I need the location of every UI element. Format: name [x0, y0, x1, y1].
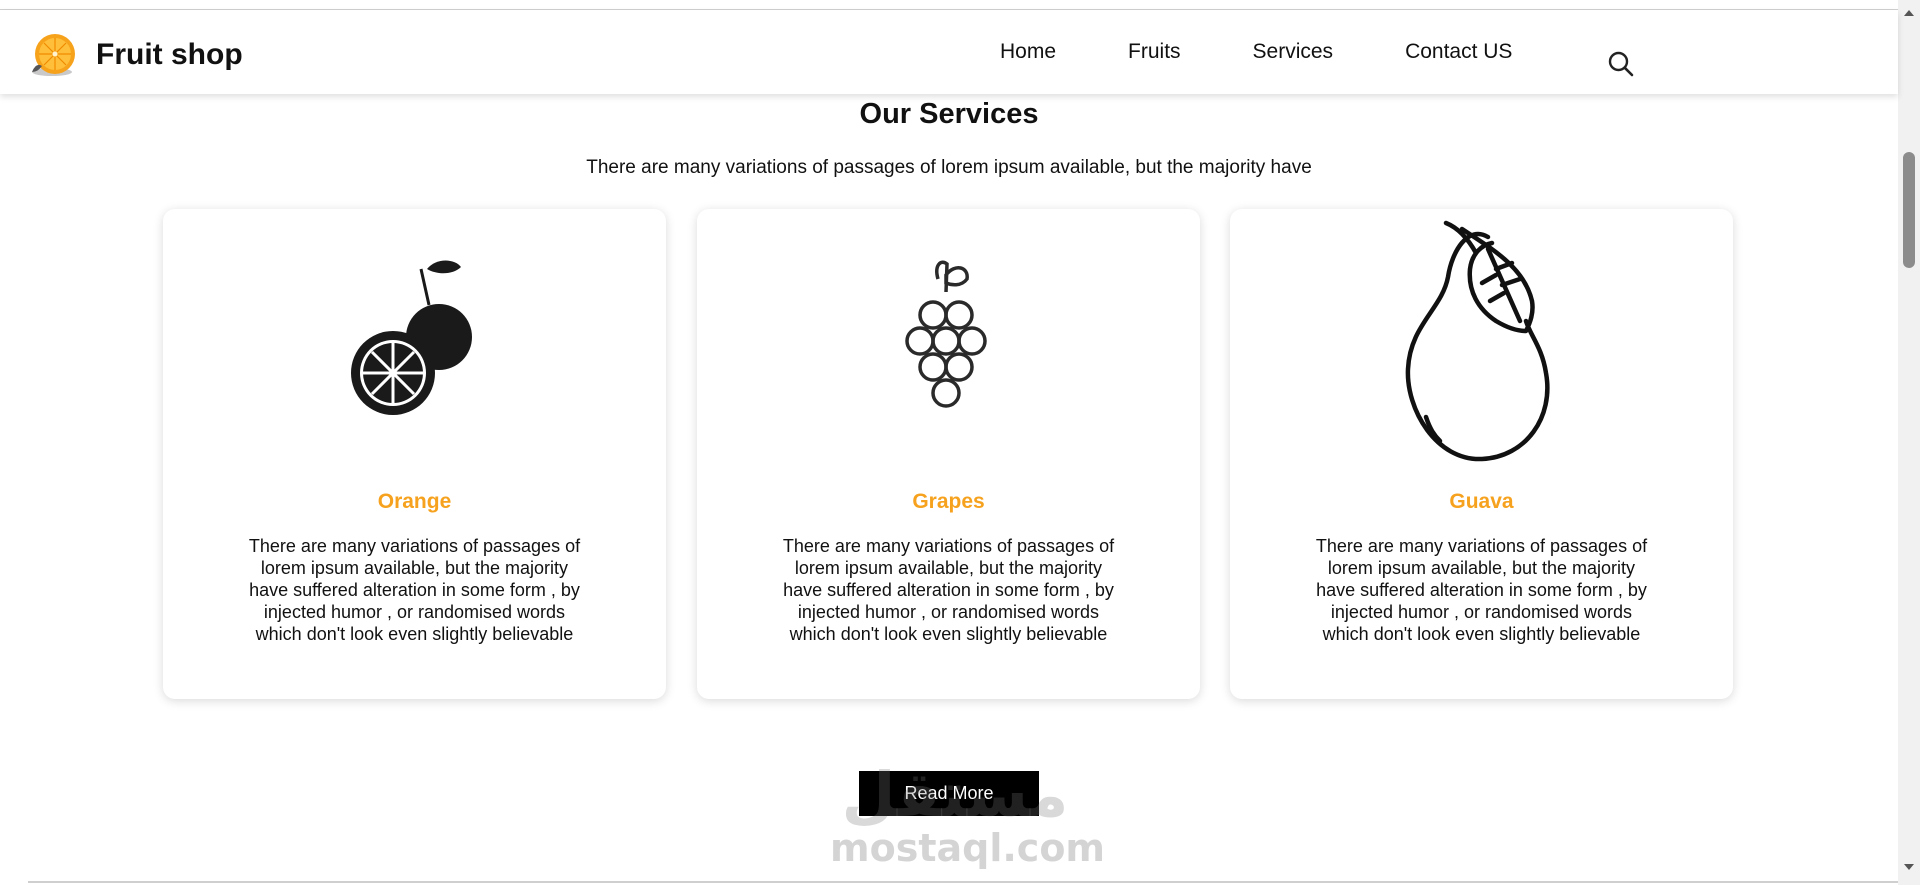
nav-fruits[interactable]: Fruits [1128, 40, 1181, 64]
nav-services[interactable]: Services [1253, 40, 1334, 64]
card-title: Guava [1449, 490, 1514, 513]
orange-icon [351, 260, 472, 415]
main-nav: Home Fruits Services Contact US [1000, 40, 1584, 64]
pear-icon [1405, 220, 1550, 462]
page: Fruit shop Home Fruits Services Contact … [0, 0, 1920, 885]
card-title: Grapes [912, 490, 985, 513]
section-subtitle: There are many variations of passages of… [586, 157, 1312, 178]
service-card-grapes: Grapes There are many variations of pass… [697, 209, 1200, 699]
scrollbar-thumb[interactable] [1903, 152, 1915, 268]
bottom-divider [28, 881, 1898, 883]
vertical-scrollbar[interactable] [1898, 0, 1920, 885]
read-more-button[interactable]: Read More [859, 771, 1039, 816]
card-text: There are many variations of passages of… [248, 536, 581, 644]
brand-name: Fruit shop [96, 38, 243, 71]
grapes-icon [905, 260, 987, 408]
card-title: Orange [377, 490, 452, 513]
nav-home[interactable]: Home [1000, 40, 1056, 64]
brand[interactable]: Fruit shop [28, 32, 243, 78]
card-text: There are many variations of passages of… [782, 536, 1115, 644]
card-text: There are many variations of passages of… [1315, 536, 1648, 644]
service-card-guava: Guava There are many variations of passa… [1230, 209, 1733, 699]
orange-slice-icon [32, 34, 75, 76]
search-icon[interactable] [1607, 50, 1635, 78]
section-title: Our Services [859, 98, 1039, 130]
nav-contact-us[interactable]: Contact US [1405, 40, 1512, 64]
scroll-down-arrow-icon[interactable] [1903, 862, 1915, 872]
site-header: Fruit shop Home Fruits Services Contact … [0, 10, 1898, 94]
watermark-latin: mostaql.com [830, 826, 1106, 870]
service-card-orange: Orange There are many variations of pass… [163, 209, 666, 699]
scroll-up-arrow-icon[interactable] [1903, 8, 1915, 18]
